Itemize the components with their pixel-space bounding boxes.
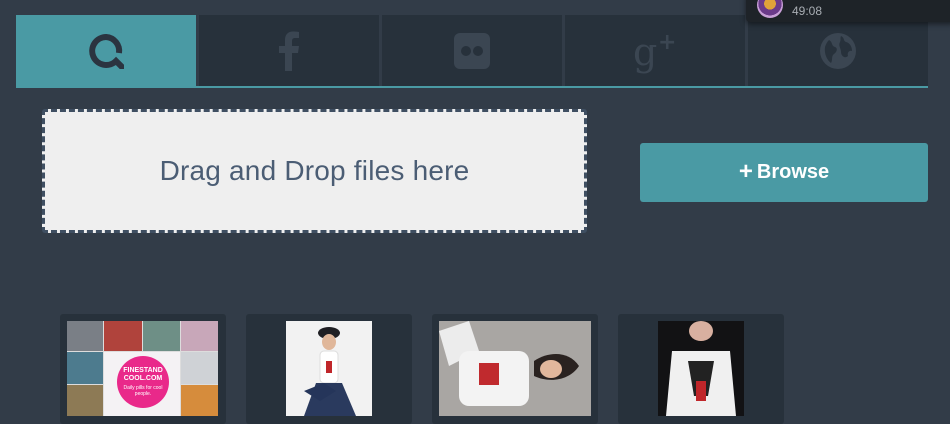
flickr-icon [454, 33, 490, 69]
thumbnail-woman-lying[interactable] [432, 314, 598, 424]
svg-text:+: + [658, 30, 676, 55]
finestand-badge: FINESTAND COOL.COM Daily pills for cool … [117, 356, 169, 408]
svg-text:g: g [633, 30, 657, 74]
facebook-icon [279, 31, 299, 71]
tab-local[interactable] [16, 15, 196, 87]
browse-button[interactable]: + Browse [640, 143, 928, 202]
source-tabs: g + [16, 15, 928, 87]
thumbnail-collage[interactable]: FINESTAND COOL.COM Daily pills for cool … [60, 314, 226, 424]
plus-icon: + [738, 157, 753, 185]
tab-flickr[interactable] [382, 15, 562, 87]
tab-facebook[interactable] [199, 15, 379, 87]
drop-zone-label: Drag and Drop files here [159, 155, 470, 186]
thumbnail-woman-tshirt[interactable] [618, 314, 784, 424]
collage-image: FINESTAND COOL.COM Daily pills for cool … [67, 321, 218, 416]
tab-google-plus[interactable]: g + [565, 15, 745, 87]
q-logo-icon [89, 34, 124, 69]
notification-time: 49:08 [792, 4, 823, 18]
tab-web[interactable] [748, 15, 928, 87]
photo-woman-sitting [286, 321, 372, 416]
browse-label: Browse [756, 161, 830, 183]
tab-underline [16, 86, 928, 88]
photo-woman-tshirt [658, 321, 744, 416]
globe-icon [820, 33, 856, 69]
drop-zone[interactable]: Drag and Drop files here [42, 109, 587, 233]
notification-toast[interactable]: 49:08 [746, 0, 950, 22]
google-plus-icon: g + [633, 30, 676, 74]
thumbnail-woman-sitting[interactable] [246, 314, 412, 424]
photo-woman-lying [439, 321, 591, 416]
avatar [757, 0, 783, 18]
